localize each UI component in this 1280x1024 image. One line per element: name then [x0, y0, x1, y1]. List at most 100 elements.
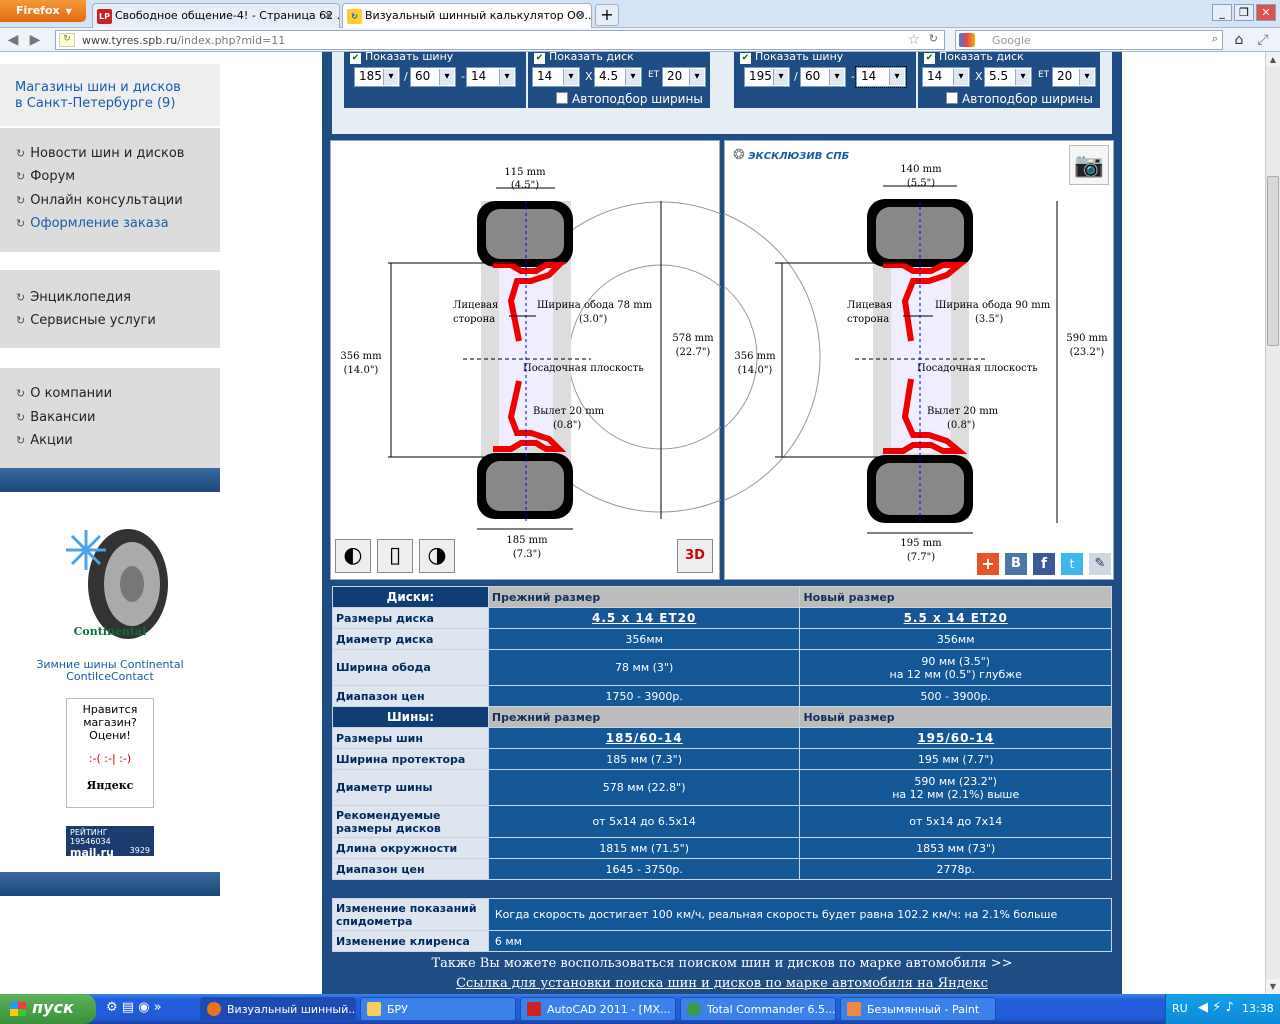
tab-calculator[interactable]: ↻ Визуальный шинный калькулятор ОО... ✕	[342, 3, 592, 28]
old-disk-width-select[interactable]: 4.5	[594, 67, 642, 87]
svg-text:Лицевая: Лицевая	[847, 300, 892, 311]
show-new-tire-checkbox[interactable]: Показать шину	[740, 52, 843, 64]
close-tab-icon[interactable]: ✕	[324, 9, 333, 22]
new-disk-width-select[interactable]: 5.5	[984, 67, 1032, 87]
language-indicator[interactable]: RU	[1172, 1002, 1188, 1015]
back-icon[interactable]: ◀	[4, 31, 22, 49]
taskbar-item-autocad[interactable]: AutoCAD 2011 - [MX...	[520, 997, 676, 1021]
svg-text:Вылет 20 mm: Вылет 20 mm	[927, 406, 999, 417]
scroll-up-icon[interactable]: ▲	[1266, 52, 1280, 67]
svg-text:(23.2"): (23.2")	[1070, 347, 1105, 358]
svg-text:Лицевая: Лицевая	[453, 300, 498, 311]
sidebar-item-encyclopedia[interactable]: Энциклопедия	[16, 290, 131, 305]
sidebar-item-consult[interactable]: Онлайн консультации	[16, 193, 183, 208]
sidebar-item-news[interactable]: Новости шин и дисков	[16, 146, 184, 161]
lj-share-icon[interactable]: ✎	[1089, 553, 1111, 575]
svg-text:140 mm: 140 mm	[900, 164, 942, 175]
sidebar-item-services[interactable]: Сервисные услуги	[16, 313, 156, 328]
taskbar-item-folder[interactable]: БРУ	[360, 997, 516, 1021]
search-icon[interactable]: ⌕	[1212, 32, 1218, 46]
site-favicon-icon: ↻	[347, 9, 362, 24]
svg-text:(22.7"): (22.7")	[676, 347, 711, 358]
scroll-down-icon[interactable]: ▼	[1266, 979, 1280, 994]
sidebar-item-forum[interactable]: Форум	[16, 169, 75, 184]
firefox-menu-button[interactable]: Firefox ▼	[0, 0, 86, 22]
site-identity-icon[interactable]: ↻	[59, 33, 75, 47]
close-tab-icon[interactable]: ✕	[576, 9, 585, 22]
show-old-tire-checkbox[interactable]: Показать шину	[350, 52, 453, 64]
web-page: Магазины шин и дисков в Санкт-Петербурге…	[0, 52, 1265, 994]
disks-table: Диски: Прежний размер Новый размер Разме…	[332, 586, 1112, 880]
mailru-counter[interactable]: РЕЙТИНГ 19546034 mail.ru 3929 1056	[66, 826, 154, 864]
new-disk-size-link[interactable]: 5.5 x 14 ET20	[904, 611, 1008, 625]
svg-text:356 mm: 356 mm	[734, 351, 776, 362]
old-tire-size-link[interactable]: 185/60-14	[606, 731, 683, 745]
svg-text:(0.8"): (0.8")	[947, 420, 975, 431]
taskbar-item-firefox[interactable]: Визуальный шинный...	[200, 997, 356, 1021]
scrollbar-thumb[interactable]	[1267, 176, 1279, 346]
tire-front-view-icon[interactable]: ▯	[377, 539, 413, 573]
old-auto-width-checkbox[interactable]: Автоподбор ширины	[556, 92, 703, 106]
fullscreen-icon[interactable]: ⤢	[1254, 31, 1272, 49]
new-tire-width-select[interactable]: 195	[744, 67, 790, 87]
view-3d-button[interactable]: 3D	[677, 539, 713, 573]
yandex-install-link[interactable]: Ссылка для установки поиска шин и дисков…	[332, 976, 1112, 991]
quicklaunch-icons[interactable]: ⚙ ▤ ◉ »	[106, 1000, 162, 1015]
old-disk-size-link[interactable]: 4.5 x 14 ET20	[592, 611, 696, 625]
sidebar-band-bottom	[0, 872, 220, 896]
show-old-disk-checkbox[interactable]: Показать диск	[534, 52, 634, 64]
twitter-share-icon[interactable]: t	[1061, 553, 1083, 575]
new-auto-width-checkbox[interactable]: Автоподбор ширины	[946, 92, 1093, 106]
home-icon[interactable]: ⌂	[1230, 31, 1248, 49]
search-by-car-link[interactable]: Также Вы можете воспользоваться поиском …	[332, 956, 1112, 971]
new-disk-diameter-select[interactable]: 14	[922, 67, 970, 87]
lp-favicon-icon: LP	[97, 9, 112, 24]
old-disk-diameter-select[interactable]: 14	[532, 67, 580, 87]
url-bar[interactable]: ↻ www.tyres.spb.ru/index.php?mid=11 ☆ ↻	[55, 30, 945, 50]
vk-share-icon[interactable]: B	[1005, 553, 1027, 575]
svg-text:(7.3"): (7.3")	[513, 549, 541, 560]
restore-button[interactable]: ❐	[1234, 4, 1254, 21]
old-tire-width-select[interactable]: 185	[354, 67, 400, 87]
camera-icon[interactable]: 📷	[1069, 145, 1109, 185]
svg-text:(4.5"): (4.5")	[511, 180, 539, 191]
page-scrollbar[interactable]: ▲ ▼	[1265, 52, 1280, 994]
new-tire-size-link[interactable]: 195/60-14	[917, 731, 994, 745]
new-tire-rim-select[interactable]: 14	[855, 66, 907, 88]
show-new-disk-checkbox[interactable]: Показать диск	[924, 52, 1024, 64]
new-tire-group: Показать шину 195 / 60 - 14	[734, 52, 916, 108]
tray-icons[interactable]: ◀ ⚡ ♪	[1198, 1000, 1234, 1015]
svg-text:195 mm: 195 mm	[900, 538, 942, 549]
forward-icon[interactable]: ▶	[26, 31, 44, 49]
tire-section-view-icon[interactable]: ◑	[419, 539, 455, 573]
tab-forum[interactable]: LP Свободное общение-4! - Страница 62 ..…	[92, 3, 340, 28]
start-button[interactable]: пуск	[0, 994, 96, 1024]
bookmark-star-icon[interactable]: ☆	[907, 32, 920, 48]
search-box[interactable]: Google ⌕	[955, 30, 1223, 50]
menu-group-company: О компании Вакансии Акции	[0, 368, 220, 468]
sidebar-item-vacancies[interactable]: Вакансии	[16, 410, 95, 425]
taskbar-item-paint[interactable]: Безымянный - Paint	[840, 997, 996, 1021]
yandex-logo: Яндекс	[86, 779, 134, 792]
new-tab-button[interactable]: +	[595, 4, 619, 26]
reload-icon[interactable]: ↻	[929, 32, 938, 45]
svg-text:Посадочная плоскость: Посадочная плоскость	[917, 363, 1038, 374]
old-disk-et-select[interactable]: 20	[662, 67, 706, 87]
new-disk-et-select[interactable]: 20	[1052, 67, 1096, 87]
minimize-button[interactable]: _	[1212, 4, 1232, 21]
svg-text:Ширина обода 78 mm: Ширина обода 78 mm	[537, 300, 653, 311]
tire-side-view-icon[interactable]: ◐	[335, 539, 371, 573]
new-tire-profile-select[interactable]: 60	[800, 67, 846, 87]
taskbar-item-totalcmd[interactable]: Total Commander 6.5...	[680, 997, 836, 1021]
old-tire-rim-select[interactable]: 14	[466, 67, 516, 87]
close-window-button[interactable]: ✕	[1256, 4, 1276, 21]
table-row: Размеры диска 4.5 x 14 ET20 5.5 x 14 ET2…	[332, 607, 1112, 629]
old-tire-profile-select[interactable]: 60	[410, 67, 456, 87]
sidebar-item-order[interactable]: Оформление заказа	[16, 216, 168, 231]
sidebar-item-promos[interactable]: Акции	[16, 433, 73, 448]
facebook-share-icon[interactable]: f	[1033, 553, 1055, 575]
shops-link[interactable]: Магазины шин и дисков в Санкт-Петербурге…	[0, 64, 220, 126]
yandex-rating-widget[interactable]: Нравится магазин? Оцени! :-( :-| :-) Янд…	[66, 698, 154, 808]
share-plus-icon[interactable]: +	[977, 553, 999, 575]
sidebar-item-about[interactable]: О компании	[16, 386, 112, 401]
